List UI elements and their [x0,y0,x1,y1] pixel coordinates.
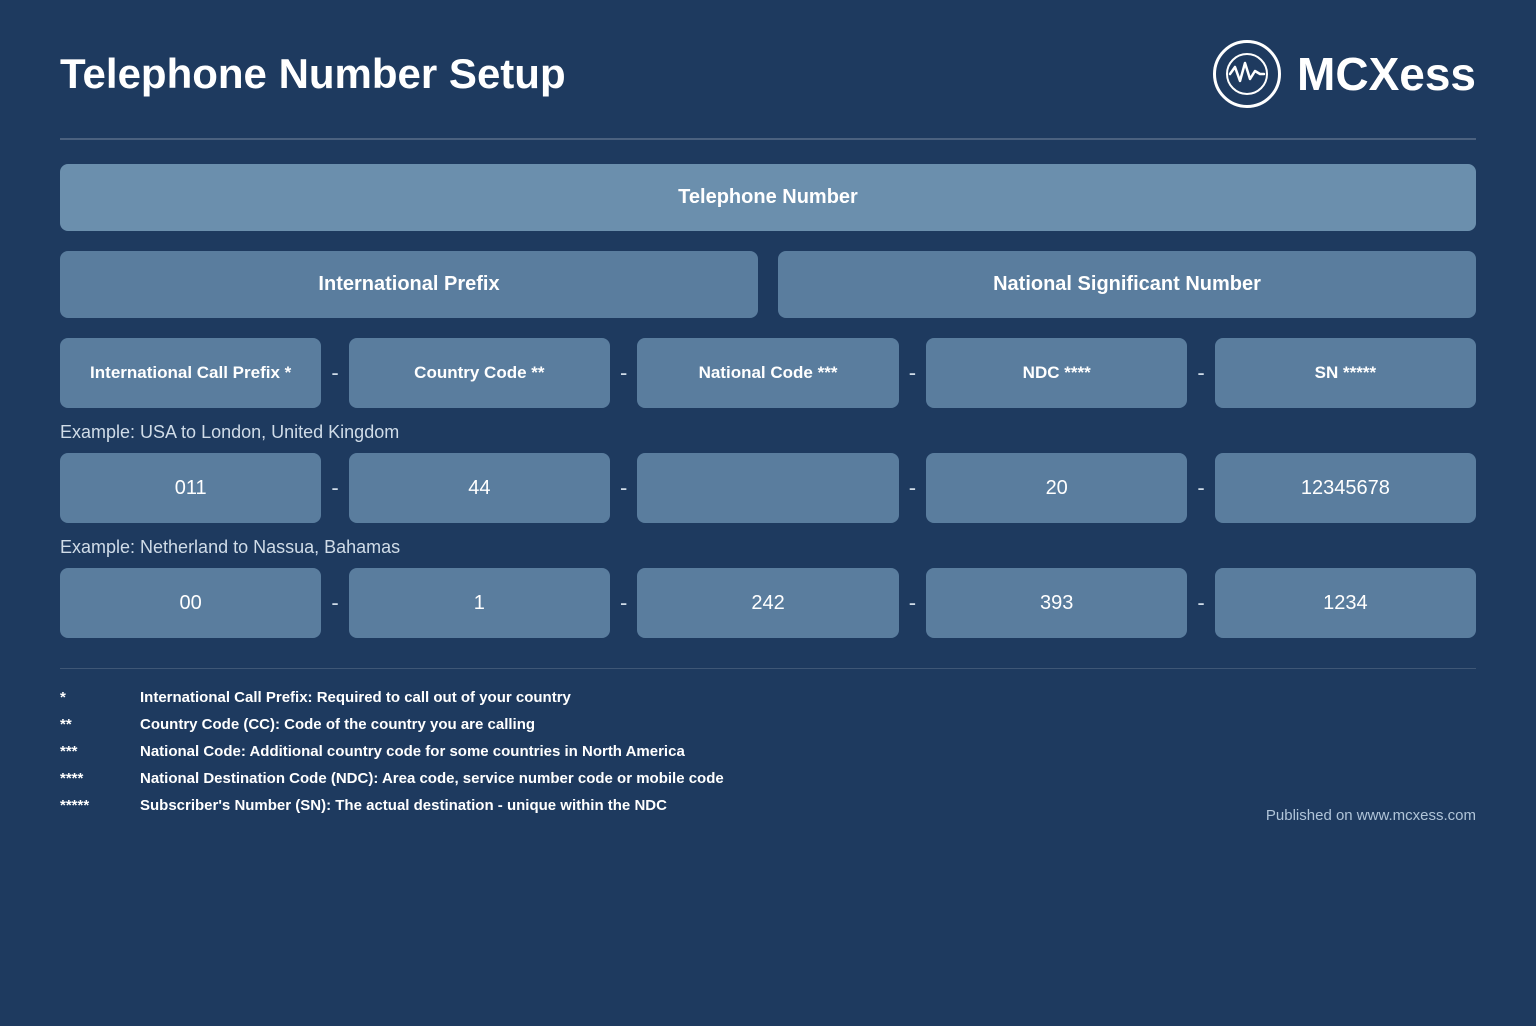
note-text: Country Code (CC): Code of the country y… [140,716,535,733]
example2-nc: 242 [637,568,898,638]
note-star: ** [60,716,140,733]
column-labels-row: International Call Prefix * - Country Co… [60,338,1476,408]
notes-list: *International Call Prefix: Required to … [60,689,1266,824]
logo-area: MCXess [1213,40,1476,108]
notes-section: *International Call Prefix: Required to … [60,668,1476,824]
icp-header: International Call Prefix * [60,338,321,408]
example2-ndc: 393 [926,568,1187,638]
logo-icon [1213,40,1281,108]
example2-icp: 00 [60,568,321,638]
nc-header: National Code *** [637,338,898,408]
ex1-sep2: - [610,475,637,501]
note-text: International Call Prefix: Required to c… [140,689,571,706]
sn-header: SN ***** [1215,338,1476,408]
example1-ndc: 20 [926,453,1187,523]
example1-row: 011 - 44 - - 20 - 12345678 [60,453,1476,523]
example1-icp: 011 [60,453,321,523]
ex1-sep4: - [1187,475,1214,501]
ex1-sep1: - [321,475,348,501]
example1-cc: 44 [349,453,610,523]
note-text: Subscriber's Number (SN): The actual des… [140,797,667,814]
note-text: National Code: Additional country code f… [140,743,685,760]
example1-label: Example: USA to London, United Kingdom [60,422,1476,443]
section-headers: International Prefix National Significan… [60,251,1476,318]
ex1-sep3: - [899,475,926,501]
note-row: *International Call Prefix: Required to … [60,689,1266,706]
header-divider [60,138,1476,140]
page-title: Telephone Number Setup [60,50,566,98]
note-star: *** [60,743,140,760]
sep2: - [610,360,637,386]
notes-footer: *International Call Prefix: Required to … [60,689,1476,824]
example2-sn: 1234 [1215,568,1476,638]
example2-cc: 1 [349,568,610,638]
ex2-sep3: - [899,590,926,616]
international-prefix-header: International Prefix [60,251,758,318]
sep1: - [321,360,348,386]
note-star: * [60,689,140,706]
telephone-number-box: Telephone Number [60,164,1476,231]
published-text: Published on www.mcxess.com [1266,807,1476,824]
note-star: **** [60,770,140,787]
note-text: National Destination Code (NDC): Area co… [140,770,724,787]
example2-label: Example: Netherland to Nassua, Bahamas [60,537,1476,558]
sep3: - [899,360,926,386]
note-row: **Country Code (CC): Code of the country… [60,716,1266,733]
note-star: ***** [60,797,140,814]
ndc-header: NDC **** [926,338,1187,408]
cc-header: Country Code ** [349,338,610,408]
sep4: - [1187,360,1214,386]
example1-sn: 12345678 [1215,453,1476,523]
national-significant-number-header: National Significant Number [778,251,1476,318]
ex2-sep1: - [321,590,348,616]
page-header: Telephone Number Setup MCXess [60,40,1476,108]
note-row: ****National Destination Code (NDC): Are… [60,770,1266,787]
ex2-sep2: - [610,590,637,616]
note-row: ***National Code: Additional country cod… [60,743,1266,760]
logo-text: MCXess [1297,47,1476,101]
ex2-sep4: - [1187,590,1214,616]
example2-row: 00 - 1 - 242 - 393 - 1234 [60,568,1476,638]
note-row: *****Subscriber's Number (SN): The actua… [60,797,1266,814]
example1-nc [637,453,898,523]
